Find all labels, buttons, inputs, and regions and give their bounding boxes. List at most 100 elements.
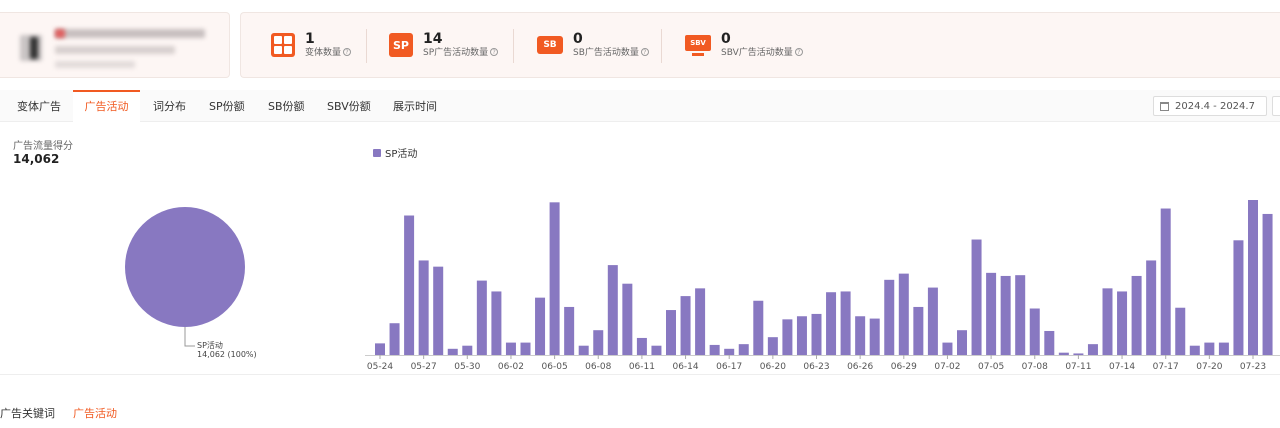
bar[interactable]: [811, 313, 822, 355]
pie-slice-sp[interactable]: [125, 207, 245, 327]
bar[interactable]: [1000, 275, 1011, 355]
bar[interactable]: [927, 287, 938, 355]
x-tick-label: 05-30: [454, 362, 480, 372]
bar[interactable]: [1160, 208, 1171, 355]
stat-label: SBV广告活动数量?: [721, 47, 803, 60]
stat-sbv-campaigns: SBV 0 SBV广告活动数量?: [685, 13, 803, 77]
secondary-selector[interactable]: [1272, 96, 1280, 116]
pie-label-name: SP活动: [197, 341, 223, 350]
bar[interactable]: [986, 272, 997, 355]
chart-legend[interactable]: SP活动: [373, 145, 417, 160]
bar[interactable]: [942, 342, 953, 355]
bar[interactable]: [564, 306, 575, 355]
bottom-tab-ad-keywords[interactable]: 广告关键词: [0, 405, 55, 421]
stat-sb-campaigns: SB 0 SB广告活动数量?: [537, 13, 649, 77]
bar[interactable]: [840, 291, 851, 355]
bar[interactable]: [1117, 291, 1128, 355]
bar[interactable]: [520, 342, 531, 355]
x-tick-label: 07-14: [1109, 362, 1135, 372]
bottom-tab-ad-campaigns[interactable]: 广告活动: [73, 405, 117, 421]
bar[interactable]: [724, 348, 735, 355]
bar[interactable]: [1131, 275, 1142, 355]
tab-ad-campaigns[interactable]: 广告活动: [73, 90, 140, 122]
bar[interactable]: [855, 316, 866, 355]
bar[interactable]: [753, 300, 764, 355]
x-tick-label: 05-27: [411, 362, 437, 372]
sbv-icon-stand: [692, 52, 704, 56]
help-icon[interactable]: ?: [640, 48, 649, 56]
tab-sbv-share[interactable]: SBV份额: [327, 90, 371, 122]
x-tick-label: 06-14: [672, 362, 698, 372]
bar[interactable]: [738, 344, 749, 355]
tab-bar: 变体广告 广告活动 词分布 SP份额 SB份额 SBV份额 展示时间 2024.…: [0, 90, 1280, 122]
bar[interactable]: [1218, 342, 1229, 355]
tab-sp-share[interactable]: SP份额: [209, 90, 245, 122]
product-thumbnail-dark: [30, 37, 38, 59]
bar[interactable]: [680, 296, 691, 355]
sb-icon: SB: [537, 36, 563, 54]
bar[interactable]: [666, 310, 676, 355]
bar[interactable]: [826, 292, 837, 355]
bar[interactable]: [1058, 352, 1069, 355]
bar[interactable]: [447, 348, 458, 355]
bar[interactable]: [593, 330, 604, 355]
bar[interactable]: [1248, 200, 1258, 355]
bar[interactable]: [622, 283, 633, 355]
bar[interactable]: [1015, 275, 1026, 355]
bar[interactable]: [695, 288, 706, 355]
bar[interactable]: [651, 345, 662, 355]
bar[interactable]: [1102, 288, 1113, 355]
x-tick-label: 06-08: [585, 362, 611, 372]
tab-variant-ads[interactable]: 变体广告: [17, 90, 61, 122]
bar[interactable]: [1087, 344, 1098, 355]
bar[interactable]: [1073, 353, 1084, 355]
product-subtitle-placeholder: [55, 46, 175, 54]
help-icon[interactable]: ?: [794, 48, 803, 56]
bar[interactable]: [1189, 345, 1200, 355]
tab-display-time[interactable]: 展示时间: [393, 90, 437, 122]
bar[interactable]: [796, 316, 807, 355]
bar[interactable]: [971, 239, 982, 355]
bar[interactable]: [418, 260, 429, 355]
bar[interactable]: [578, 345, 589, 355]
bar[interactable]: [767, 337, 778, 355]
date-range-text: 2024.4 - 2024.7: [1175, 100, 1255, 112]
bar[interactable]: [1204, 342, 1215, 355]
bar[interactable]: [404, 215, 415, 356]
product-card[interactable]: [0, 12, 230, 78]
bar[interactable]: [869, 318, 880, 355]
bar[interactable]: [898, 273, 909, 355]
bar[interactable]: [433, 266, 444, 355]
bar[interactable]: [884, 279, 895, 355]
bar[interactable]: [505, 342, 516, 355]
bar[interactable]: [1146, 260, 1157, 355]
bar[interactable]: [709, 344, 720, 355]
help-icon[interactable]: ?: [343, 48, 352, 56]
help-icon[interactable]: ?: [490, 48, 499, 56]
bar[interactable]: [782, 319, 793, 355]
bar[interactable]: [462, 345, 473, 355]
bar[interactable]: [636, 337, 647, 355]
tab-sb-share[interactable]: SB份额: [268, 90, 305, 122]
bar[interactable]: [1175, 307, 1186, 355]
bar[interactable]: [375, 343, 385, 355]
bar[interactable]: [1262, 213, 1273, 355]
bar[interactable]: [389, 323, 400, 355]
bar[interactable]: [491, 291, 502, 355]
bar[interactable]: [549, 202, 560, 355]
bar[interactable]: [913, 306, 924, 355]
bar[interactable]: [535, 297, 546, 355]
x-tick-label: 07-20: [1196, 362, 1222, 372]
bar[interactable]: [957, 330, 967, 355]
x-tick-label: 05-24: [367, 362, 393, 372]
bar[interactable]: [607, 265, 618, 355]
x-tick-label: 06-17: [716, 362, 742, 372]
bar[interactable]: [1044, 330, 1055, 355]
bar[interactable]: [1233, 240, 1244, 355]
tab-word-distribution[interactable]: 词分布: [153, 90, 186, 122]
date-range-picker[interactable]: 2024.4 - 2024.7: [1153, 96, 1267, 116]
bar[interactable]: [1029, 308, 1040, 356]
pie-label: SP活动 14,062 (100%): [197, 341, 257, 359]
calendar-icon: [1160, 101, 1169, 111]
bar[interactable]: [476, 280, 487, 355]
